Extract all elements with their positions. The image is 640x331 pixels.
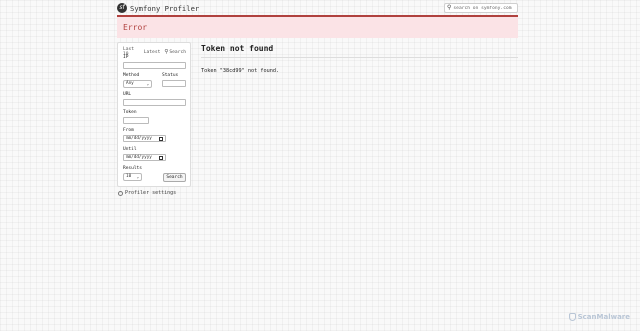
search-button[interactable]: Search — [163, 173, 186, 182]
from-date-input[interactable]: mm/dd/yyyy — [123, 135, 166, 142]
shield-icon — [568, 313, 576, 321]
tab-search-label: Search — [169, 49, 186, 55]
sidebar-tabs: Last 10 Latest ⚲ Search — [123, 47, 190, 57]
method-label: Method — [123, 73, 140, 78]
watermark: ScanMalware — [568, 313, 630, 321]
until-label: Until — [123, 147, 137, 152]
calendar-icon[interactable] — [159, 155, 163, 160]
search-icon: ⚲ — [447, 4, 452, 11]
tab-latest[interactable]: Latest — [144, 50, 161, 55]
gear-icon — [118, 190, 123, 196]
profiler-settings-link[interactable]: Profiler settings — [118, 190, 176, 196]
page-title: Token not found — [201, 44, 274, 53]
token-input[interactable] — [123, 117, 149, 124]
from-date-placeholder: mm/dd/yyyy — [126, 136, 152, 141]
results-label: Results — [123, 166, 142, 171]
chevron-down-icon: ⌄ — [136, 174, 139, 179]
doc-search-box[interactable]: ⚲ — [444, 3, 518, 13]
until-date-placeholder: mm/dd/yyyy — [126, 155, 152, 160]
method-select[interactable]: Any ⌄ — [123, 80, 152, 88]
results-select[interactable]: 10 ⌄ — [123, 173, 142, 181]
watermark-text: ScanMalware — [577, 313, 630, 321]
status-error-bar: Error — [117, 15, 518, 38]
magnifier-icon: ⚲ — [164, 49, 169, 55]
tab-search[interactable]: ⚲ Search — [164, 49, 186, 55]
brand[interactable]: sf Symfony Profiler — [117, 3, 199, 13]
symfony-logo-icon: sf — [117, 3, 127, 13]
error-message: Token "38cd99" not found. — [201, 68, 280, 74]
calendar-icon[interactable] — [159, 136, 163, 141]
profiler-settings-label: Profiler settings — [125, 190, 177, 196]
title-divider — [201, 57, 518, 58]
until-date-input[interactable]: mm/dd/yyyy — [123, 154, 166, 161]
top-header: sf Symfony Profiler ⚲ — [117, 1, 518, 14]
token-label: Token — [123, 110, 137, 115]
brand-title: Symfony Profiler — [130, 3, 200, 13]
doc-search-input[interactable] — [453, 5, 514, 11]
chevron-down-icon: ⌄ — [146, 81, 149, 86]
status-label: Status — [162, 73, 179, 78]
search-sidebar: Last 10 Latest ⚲ Search IP Method Any ⌄ … — [117, 42, 191, 187]
url-label: URL — [123, 92, 132, 97]
ip-label: IP — [123, 55, 129, 60]
status-title: Error — [123, 23, 148, 32]
results-value: 10 — [126, 174, 132, 179]
url-input[interactable] — [123, 99, 186, 106]
from-label: From — [123, 128, 134, 133]
status-input[interactable] — [162, 80, 186, 87]
ip-input[interactable] — [123, 62, 186, 69]
method-value: Any — [126, 81, 134, 86]
